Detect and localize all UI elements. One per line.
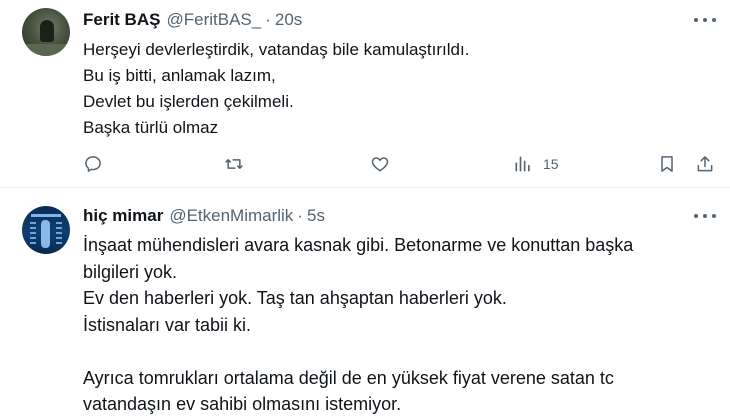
author-name[interactable]: Ferit BAŞ — [83, 10, 160, 30]
author-name[interactable]: hiç mimar — [83, 206, 163, 226]
action-bar: 15 — [83, 152, 718, 176]
more-icon[interactable] — [694, 208, 716, 224]
bookmark-icon — [661, 156, 673, 172]
avatar[interactable] — [22, 8, 70, 56]
author-handle[interactable]: @EtkenMimarlik — [169, 206, 293, 226]
share-button[interactable] — [695, 152, 715, 176]
tweet-text: Herşeyi devlerleştirdik, vatandaş bile k… — [83, 40, 470, 137]
bookmark-button[interactable] — [657, 152, 677, 176]
tweet[interactable]: Ferit BAŞ @FeritBAS_ · 20s Herşeyi devle… — [0, 0, 730, 187]
tweet[interactable]: hiç mimar @EtkenMimarlik · 5s İnşaat müh… — [0, 188, 730, 420]
tweet-header: Ferit BAŞ @FeritBAS_ · 20s — [83, 10, 302, 30]
views-icon — [515, 156, 530, 172]
separator-dot: · — [265, 10, 271, 29]
separator-dot: · — [297, 206, 303, 225]
author-handle[interactable]: @FeritBAS_ — [166, 10, 261, 30]
timestamp[interactable]: 20s — [275, 10, 302, 30]
tweet-text: İnşaat mühendisleri avara kasnak gibi. B… — [83, 235, 634, 414]
more-icon[interactable] — [694, 12, 716, 28]
views-button[interactable]: 15 — [513, 152, 559, 176]
like-button[interactable] — [370, 152, 390, 176]
retweet-button[interactable] — [224, 152, 244, 176]
tweet-header: hiç mimar @EtkenMimarlik · 5s — [83, 206, 325, 226]
reply-button[interactable] — [83, 152, 103, 176]
share-icon — [697, 156, 713, 172]
retweet-icon — [225, 159, 243, 169]
avatar[interactable] — [22, 206, 70, 254]
timestamp[interactable]: 5s — [307, 206, 325, 226]
reply-icon — [85, 156, 101, 172]
like-icon — [371, 157, 389, 172]
views-count: 15 — [543, 156, 559, 172]
